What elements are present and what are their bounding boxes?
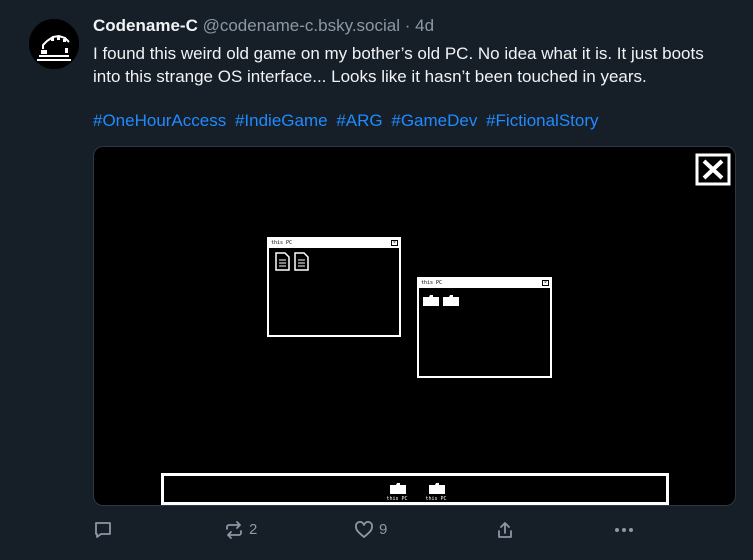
like-button[interactable]: 9	[354, 516, 387, 544]
repost-count: 2	[249, 521, 258, 538]
taskbar: this PC this PC	[161, 473, 669, 505]
hashtag-link[interactable]: #OneHourAccess	[93, 111, 226, 130]
more-options-button[interactable]	[613, 516, 635, 544]
share-icon	[498, 522, 512, 538]
media-image[interactable]: this PC × this PC × this PC this PC	[93, 146, 736, 506]
window-title: this PC	[421, 280, 443, 286]
hashtag-link[interactable]: #GameDev	[391, 111, 477, 130]
repost-icon	[226, 521, 242, 539]
window-title-bar: this PC ×	[269, 239, 399, 248]
folder-icon	[443, 295, 459, 306]
window-title-bar: this PC ×	[419, 279, 550, 288]
timestamp[interactable]: 4d	[415, 16, 434, 35]
like-count: 9	[379, 521, 388, 538]
window-this-pc-1: this PC ×	[267, 237, 401, 337]
handle[interactable]: @codename-c.bsky.social	[203, 16, 400, 35]
repost-button[interactable]: 2	[224, 516, 257, 544]
taskbar-item: this PC	[425, 481, 449, 505]
post-actions: 2 9	[0, 516, 753, 544]
document-icon	[275, 252, 290, 271]
hashtag-link[interactable]: #IndieGame	[235, 111, 328, 130]
display-name[interactable]: Codename-C	[93, 16, 198, 35]
window-this-pc-2: this PC ×	[417, 277, 552, 378]
reply-bubble-icon	[95, 522, 111, 538]
hashtag-link[interactable]: #FictionalStory	[486, 111, 598, 130]
folder-icon	[423, 295, 439, 306]
hashtag-link[interactable]: #ARG	[336, 111, 382, 130]
separator: ·	[404, 16, 411, 35]
window-close-icon: ×	[542, 280, 549, 286]
post-header: Codename-C @codename-c.bsky.social · 4d	[93, 15, 434, 37]
close-x-icon	[695, 153, 731, 186]
taskbar-item-label: this PC	[386, 496, 408, 502]
heart-icon	[355, 521, 373, 538]
hashtags: #OneHourAccess #IndieGame #ARG #GameDev …	[93, 110, 599, 132]
post-text: I found this weird old game on my bother…	[93, 44, 704, 86]
more-dots-icon	[615, 528, 633, 532]
share-button[interactable]	[495, 516, 515, 544]
folder-icon	[429, 483, 445, 494]
document-icon	[294, 252, 309, 271]
pixel-avatar-icon	[29, 19, 79, 69]
folder-icon	[390, 483, 406, 494]
window-close-icon: ×	[391, 240, 398, 246]
taskbar-item-label: this PC	[425, 496, 447, 502]
avatar[interactable]	[29, 19, 79, 69]
post-card: Codename-C @codename-c.bsky.social · 4d …	[0, 0, 753, 560]
taskbar-item: this PC	[386, 481, 410, 505]
window-title: this PC	[271, 240, 293, 246]
reply-button[interactable]	[93, 516, 113, 544]
